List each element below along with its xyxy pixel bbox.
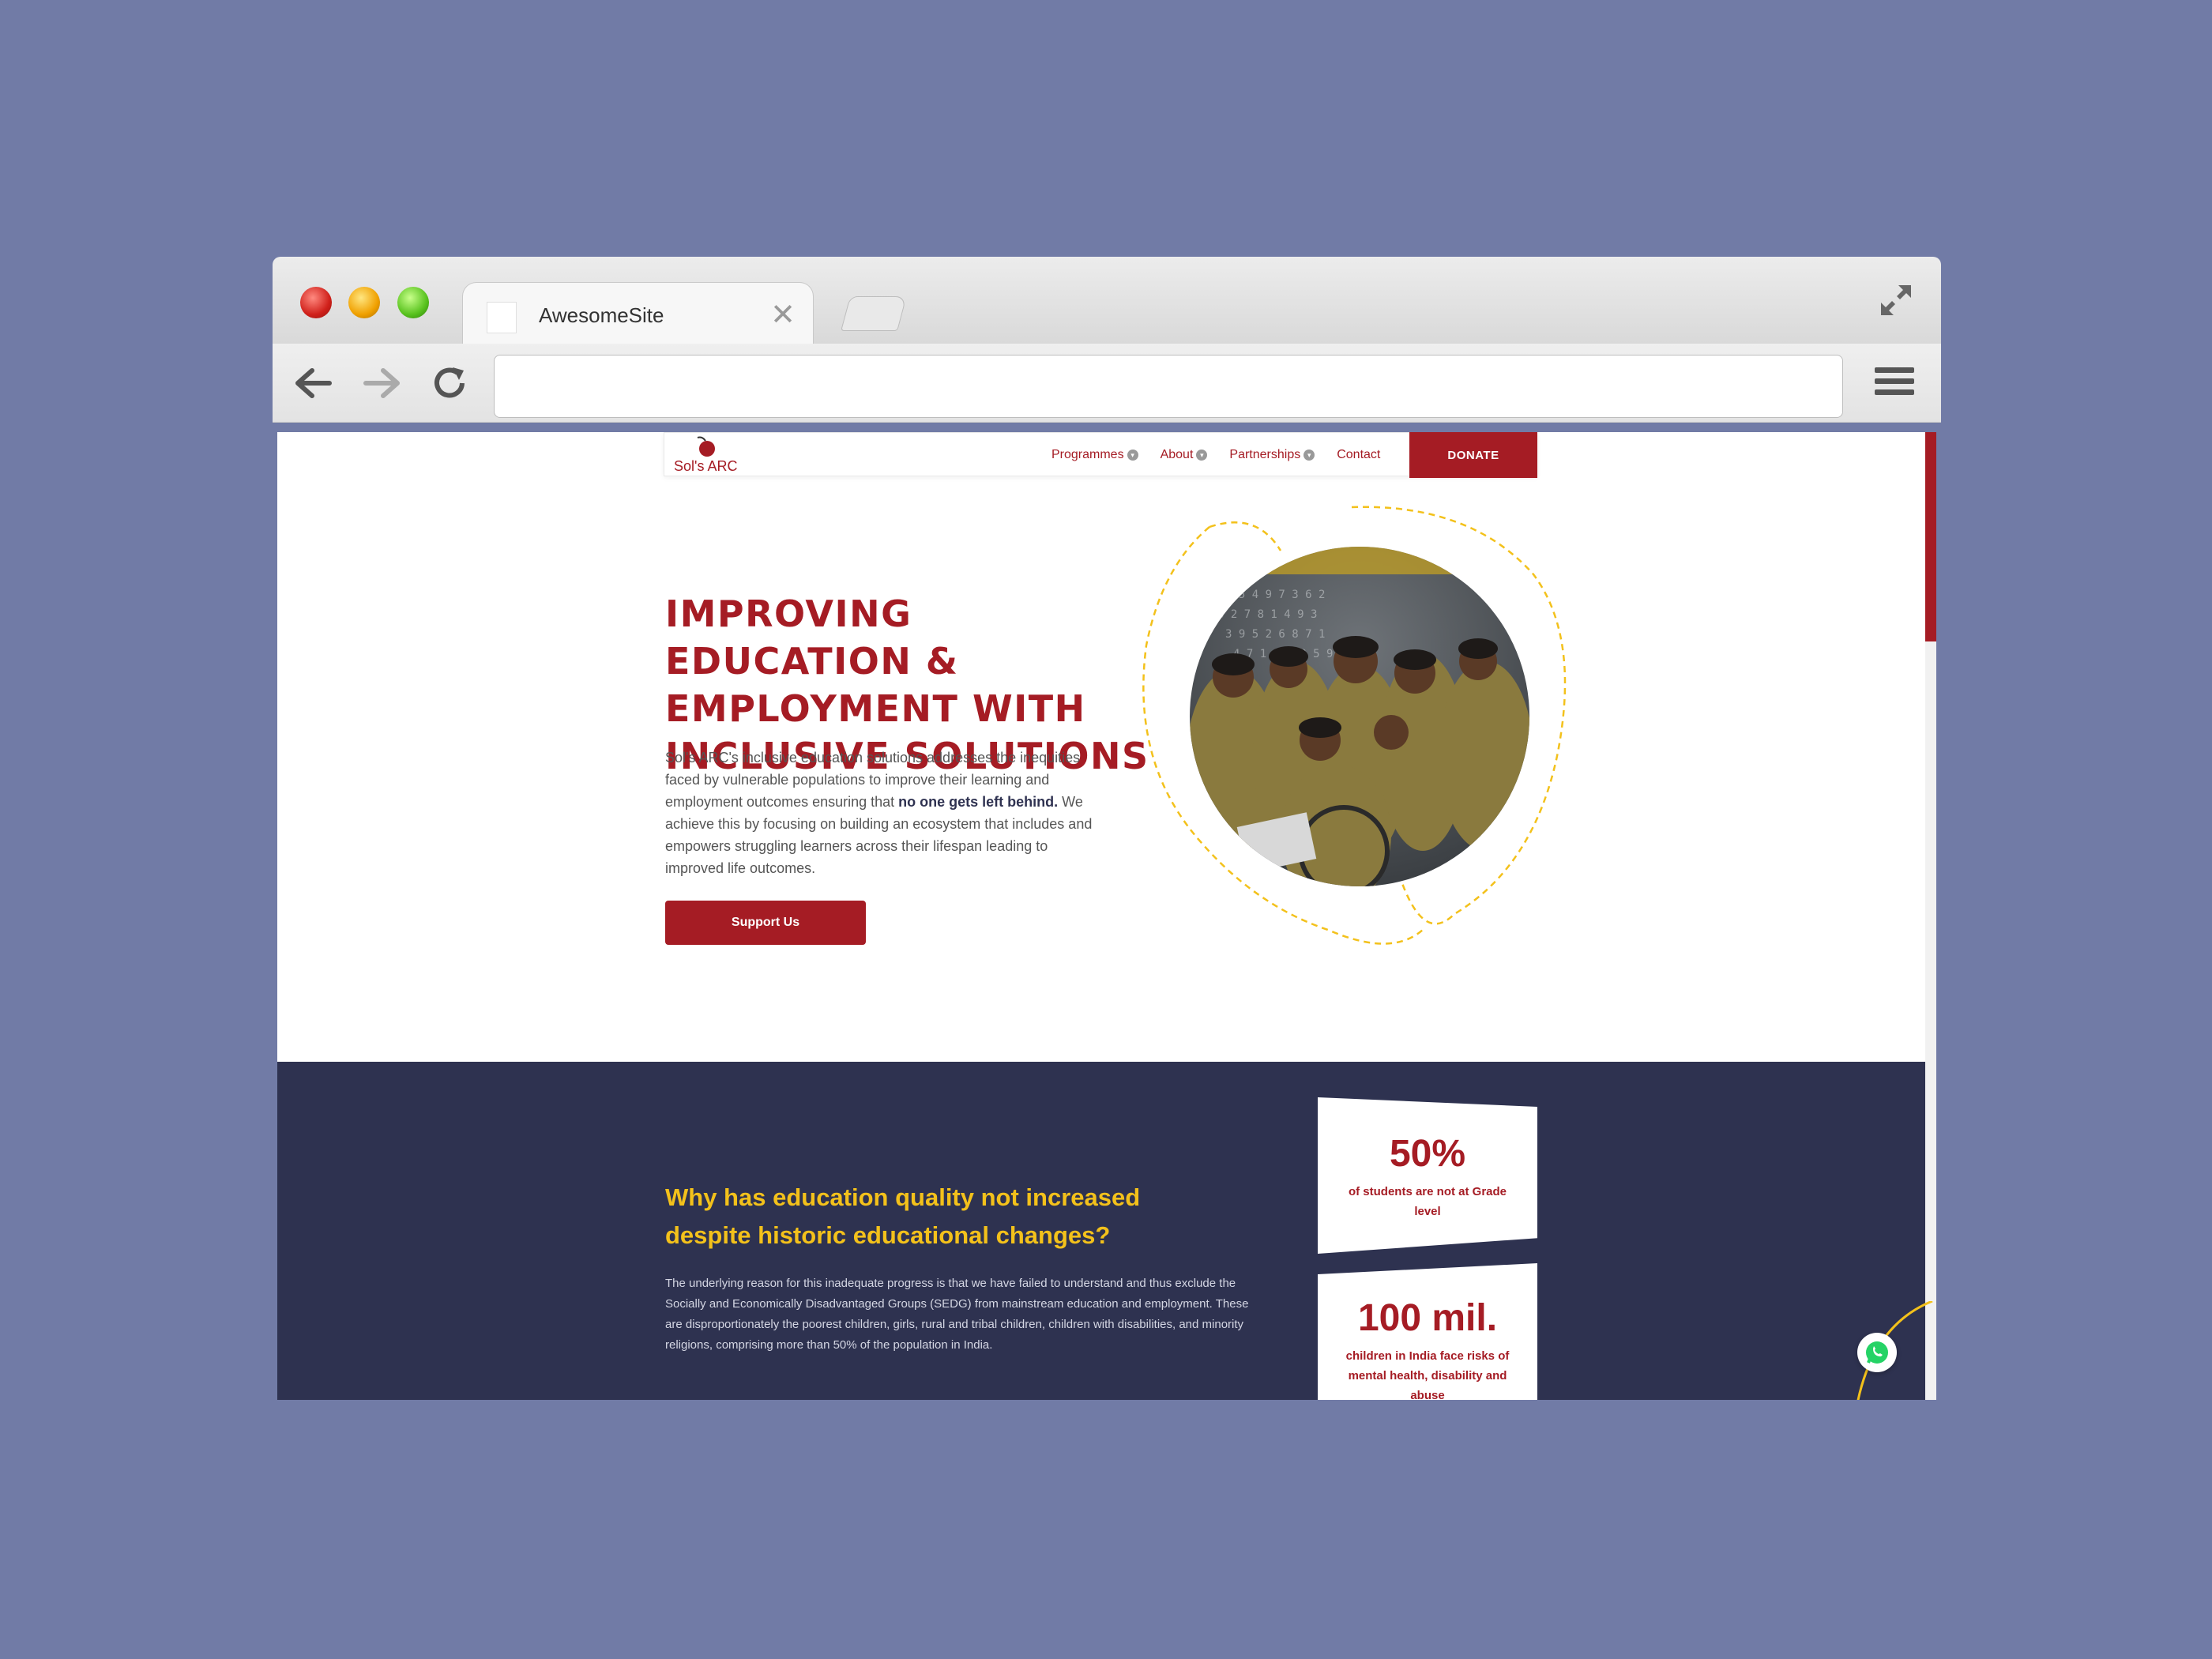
why-section: Why has education quality not increased … xyxy=(277,1062,1925,1400)
whatsapp-chat-button[interactable] xyxy=(1857,1333,1897,1372)
nav-about[interactable]: About ▾ xyxy=(1161,448,1208,462)
main-nav: Programmes ▾ About ▾ Partnerships ▾ Cont… xyxy=(1051,433,1380,477)
new-tab-button[interactable] xyxy=(841,296,907,331)
browser-window: AwesomeSite ✕ Sol's ARC Programmes ▾ Abo… xyxy=(273,257,1941,1400)
hero-photo: 8 5 4 9 7 3 6 2 6 2 7 8 1 4 9 3 3 9 5 2 … xyxy=(1142,506,1567,945)
nav-contact-label: Contact xyxy=(1337,448,1381,461)
scrollbar[interactable] xyxy=(1925,432,1936,1400)
hero-description: Sol's ARC's inclusive education solution… xyxy=(665,747,1100,879)
nav-partnerships-label: Partnerships xyxy=(1229,448,1301,461)
stat-value: 100 mil. xyxy=(1357,1297,1498,1339)
svg-text:6 2 7 8 1 4 9 3: 6 2 7 8 1 4 9 3 xyxy=(1217,608,1317,621)
browser-toolbar xyxy=(273,344,1941,423)
arrow-right-icon xyxy=(363,368,400,398)
page-viewport: Sol's ARC Programmes ▾ About ▾ Partnersh… xyxy=(277,432,1936,1400)
stat-card: 50% of students are not at Grade level xyxy=(1318,1097,1537,1254)
svg-text:3 9 5 2 6 8 7 1: 3 9 5 2 6 8 7 1 xyxy=(1225,628,1325,641)
whatsapp-icon xyxy=(1866,1341,1888,1364)
stat-label: of students are not at Grade level xyxy=(1348,1185,1507,1218)
reload-button[interactable] xyxy=(427,361,472,405)
stat-label: children in India face risks of mental h… xyxy=(1345,1349,1510,1400)
back-button[interactable] xyxy=(292,361,336,405)
browser-tab[interactable]: AwesomeSite ✕ xyxy=(462,282,814,345)
scrollbar-thumb[interactable] xyxy=(1925,432,1936,641)
fullscreen-icon[interactable] xyxy=(1876,280,1916,320)
maximize-window-button[interactable] xyxy=(397,287,429,318)
nav-programmes[interactable]: Programmes ▾ xyxy=(1051,448,1138,462)
stat-value: 50% xyxy=(1389,1133,1466,1175)
svg-text:8 5 4 9 7 3 6 2: 8 5 4 9 7 3 6 2 xyxy=(1225,589,1325,601)
address-bar[interactable] xyxy=(494,355,1843,418)
nav-programmes-label: Programmes xyxy=(1051,448,1124,461)
nav-partnerships[interactable]: Partnerships ▾ xyxy=(1229,448,1315,462)
site-logo[interactable]: Sol's ARC xyxy=(669,436,740,476)
why-description: The underlying reason for this inadequat… xyxy=(665,1277,1249,1352)
tab-close-icon[interactable]: ✕ xyxy=(770,297,796,333)
chevron-down-icon: ▾ xyxy=(1304,450,1315,461)
browser-titlebar: AwesomeSite ✕ xyxy=(273,257,1941,345)
hero-description-emphasis: no one gets left behind. xyxy=(898,794,1059,810)
donate-button[interactable]: DONATE xyxy=(1409,432,1537,478)
minimize-window-button[interactable] xyxy=(348,287,380,318)
apple-logo-icon xyxy=(697,436,715,457)
close-window-button[interactable] xyxy=(300,287,332,318)
page-icon xyxy=(487,302,517,333)
reload-icon xyxy=(434,367,465,398)
chevron-down-icon: ▾ xyxy=(1196,450,1208,461)
nav-about-label: About xyxy=(1160,448,1194,461)
nav-contact[interactable]: Contact xyxy=(1337,448,1380,462)
logo-text: Sol's ARC xyxy=(674,458,738,474)
stat-card: 100 mil. children in India face risks of… xyxy=(1318,1263,1537,1400)
why-title: Why has education quality not increased … xyxy=(665,1183,1141,1249)
arrow-left-icon xyxy=(295,368,332,398)
tab-title: AwesomeSite xyxy=(539,303,664,327)
support-us-button[interactable]: Support Us xyxy=(665,901,866,945)
site-header: Sol's ARC Programmes ▾ About ▾ Partnersh… xyxy=(664,432,1537,478)
forward-button[interactable] xyxy=(359,361,404,405)
browser-menu-icon[interactable] xyxy=(1875,367,1914,399)
chevron-down-icon: ▾ xyxy=(1127,450,1138,461)
